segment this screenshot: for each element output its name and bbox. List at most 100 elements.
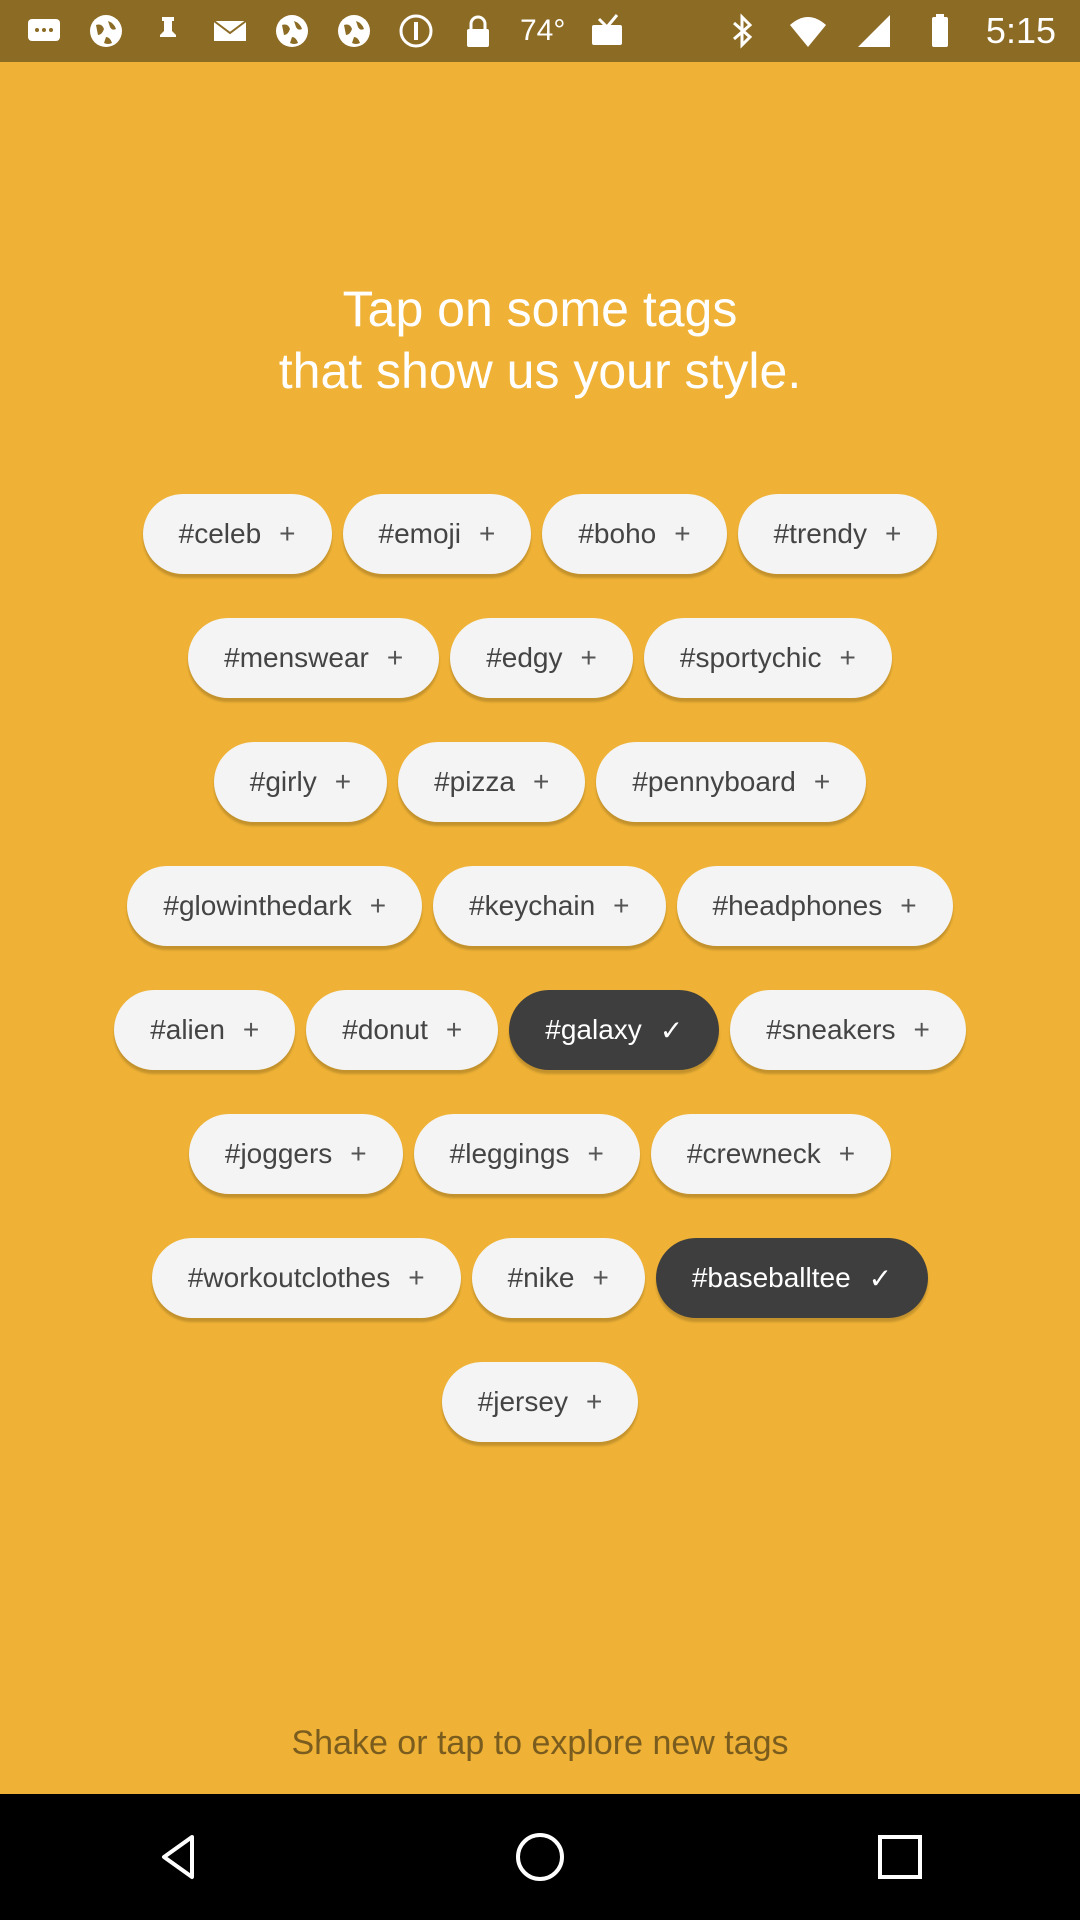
bluetooth-icon xyxy=(722,11,762,51)
tag-nike-button[interactable]: #nike + xyxy=(471,1238,645,1318)
recents-button[interactable] xyxy=(860,1817,940,1897)
plus-icon: + xyxy=(350,1138,367,1169)
tag-row: #celeb + #emoji + #boho + #trendy + xyxy=(142,494,938,574)
title-line-1: Tap on some tags xyxy=(342,281,738,337)
tag-picker-screen[interactable]: Tap on some tags that show us your style… xyxy=(0,62,1080,1794)
plus-icon: + xyxy=(592,1262,609,1293)
notification-icons: 74° xyxy=(24,11,722,51)
tag-label: #nike xyxy=(507,1262,575,1293)
plus-icon: + xyxy=(242,1014,260,1045)
tag-row: #workoutclothes + #nike + #baseballtee ✓ xyxy=(151,1238,929,1318)
status-bar: 74° 5:15 xyxy=(0,0,1080,62)
signal-icon xyxy=(854,11,894,51)
tag-label: #pennyboard xyxy=(632,766,796,797)
tag-girly-button[interactable]: #girly + xyxy=(213,742,388,822)
tag-cloud: #celeb + #emoji + #boho + #trendy + #menswear + #e… xyxy=(60,494,1020,1442)
globe-icon xyxy=(86,11,126,51)
tag-pizza-button[interactable]: #pizza + xyxy=(398,742,586,822)
tag-glowinthedark-button[interactable]: #glowinthedark + xyxy=(127,866,423,946)
plus-icon: + xyxy=(479,518,496,549)
tag-label: #sneakers xyxy=(766,1014,896,1045)
tag-sportychic-button[interactable]: #sportychic + xyxy=(643,618,892,698)
tag-keychain-button[interactable]: #keychain + xyxy=(433,866,666,946)
system-icons: 5:15 xyxy=(722,10,1056,52)
tag-alien-button[interactable]: #alien + xyxy=(114,990,296,1070)
lock-icon xyxy=(458,11,498,51)
tag-row: #girly + #pizza + #pennyboard + xyxy=(213,742,867,822)
plus-icon: + xyxy=(279,518,296,549)
battery-icon xyxy=(920,11,960,51)
plus-icon: + xyxy=(613,890,630,921)
tag-label: #menswear xyxy=(224,642,369,673)
check-icon: ✓ xyxy=(659,1014,684,1046)
tag-row: #alien + #donut + #galaxy ✓ #sneakers + xyxy=(114,990,966,1070)
info-icon xyxy=(396,11,436,51)
plus-icon: + xyxy=(813,766,831,797)
tag-headphones-button[interactable]: #headphones + xyxy=(676,866,953,946)
tag-label: #emoji xyxy=(378,518,461,549)
plus-icon: + xyxy=(838,1138,856,1169)
tag-galaxy-button[interactable]: #galaxy ✓ xyxy=(509,990,720,1070)
tag-label: #crewneck xyxy=(686,1138,821,1169)
pin-icon xyxy=(148,11,188,51)
tag-boho-button[interactable]: #boho + xyxy=(542,494,727,574)
check-icon: ✓ xyxy=(868,1262,893,1294)
globe-icon xyxy=(272,11,312,51)
shake-hint[interactable]: Shake or tap to explore new tags xyxy=(0,1724,1080,1763)
tag-row: #menswear + #edgy + #sportychic + xyxy=(188,618,892,698)
title-line-2: that show us your style. xyxy=(278,343,802,399)
tag-label: #headphones xyxy=(712,890,883,921)
tag-label: #keychain xyxy=(469,890,596,921)
page-title: Tap on some tags that show us your style… xyxy=(0,278,1080,402)
plus-icon: + xyxy=(674,518,691,549)
wifi-icon xyxy=(788,11,828,51)
tag-emoji-button[interactable]: #emoji + xyxy=(342,494,532,574)
tag-leggings-button[interactable]: #leggings + xyxy=(413,1114,640,1194)
tag-label: #glowinthedark xyxy=(163,890,352,921)
tag-crewneck-button[interactable]: #crewneck + xyxy=(650,1114,892,1194)
tag-label: #workoutclothes xyxy=(187,1262,391,1293)
tag-label: #sportychic xyxy=(679,642,822,673)
mail-icon xyxy=(210,11,250,51)
tag-label: #girly xyxy=(249,766,317,797)
tag-label: #trendy xyxy=(773,518,867,549)
home-icon xyxy=(516,1833,564,1881)
tag-baseballtee-button[interactable]: #baseballtee ✓ xyxy=(655,1238,929,1318)
plus-icon: + xyxy=(386,642,404,673)
globe-icon xyxy=(334,11,374,51)
message-icon xyxy=(24,11,64,51)
tag-label: #alien xyxy=(150,1014,225,1045)
tag-sneakers-button[interactable]: #sneakers + xyxy=(730,990,966,1070)
tag-row: #glowinthedark + #keychain + #headphones + xyxy=(127,866,953,946)
tag-donut-button[interactable]: #donut + xyxy=(306,990,499,1070)
plus-icon: + xyxy=(900,890,917,921)
plus-icon: + xyxy=(885,518,902,549)
tag-celeb-button[interactable]: #celeb + xyxy=(142,494,332,574)
tag-label: #joggers xyxy=(224,1138,333,1169)
tag-row: #jersey + xyxy=(441,1362,639,1442)
tag-label: #boho xyxy=(578,518,657,549)
tag-pennyboard-button[interactable]: #pennyboard + xyxy=(596,742,867,822)
navigation-bar xyxy=(0,1794,1080,1920)
tag-label: #pizza xyxy=(434,766,515,797)
plus-icon: + xyxy=(369,890,387,921)
home-button[interactable] xyxy=(500,1817,580,1897)
tag-edgy-button[interactable]: #edgy + xyxy=(450,618,633,698)
plus-icon: + xyxy=(585,1386,603,1417)
plus-icon: + xyxy=(580,642,597,673)
plus-icon: + xyxy=(334,766,352,797)
recents-icon xyxy=(878,1835,922,1879)
tag-row: #joggers + #leggings + #crewneck + xyxy=(188,1114,892,1194)
tag-workoutclothes-button[interactable]: #workoutclothes + xyxy=(151,1238,461,1318)
tag-menswear-button[interactable]: #menswear + xyxy=(188,618,440,698)
plus-icon: + xyxy=(408,1262,425,1293)
plus-icon: + xyxy=(533,766,550,797)
tag-label: #donut xyxy=(342,1014,428,1045)
plus-icon: + xyxy=(445,1014,463,1045)
back-button[interactable] xyxy=(140,1817,220,1897)
inbox-icon xyxy=(587,11,627,51)
tag-joggers-button[interactable]: #joggers + xyxy=(188,1114,403,1194)
tag-jersey-button[interactable]: #jersey + xyxy=(441,1362,639,1442)
tag-trendy-button[interactable]: #trendy + xyxy=(737,494,938,574)
tag-label: #baseballtee xyxy=(691,1262,851,1293)
